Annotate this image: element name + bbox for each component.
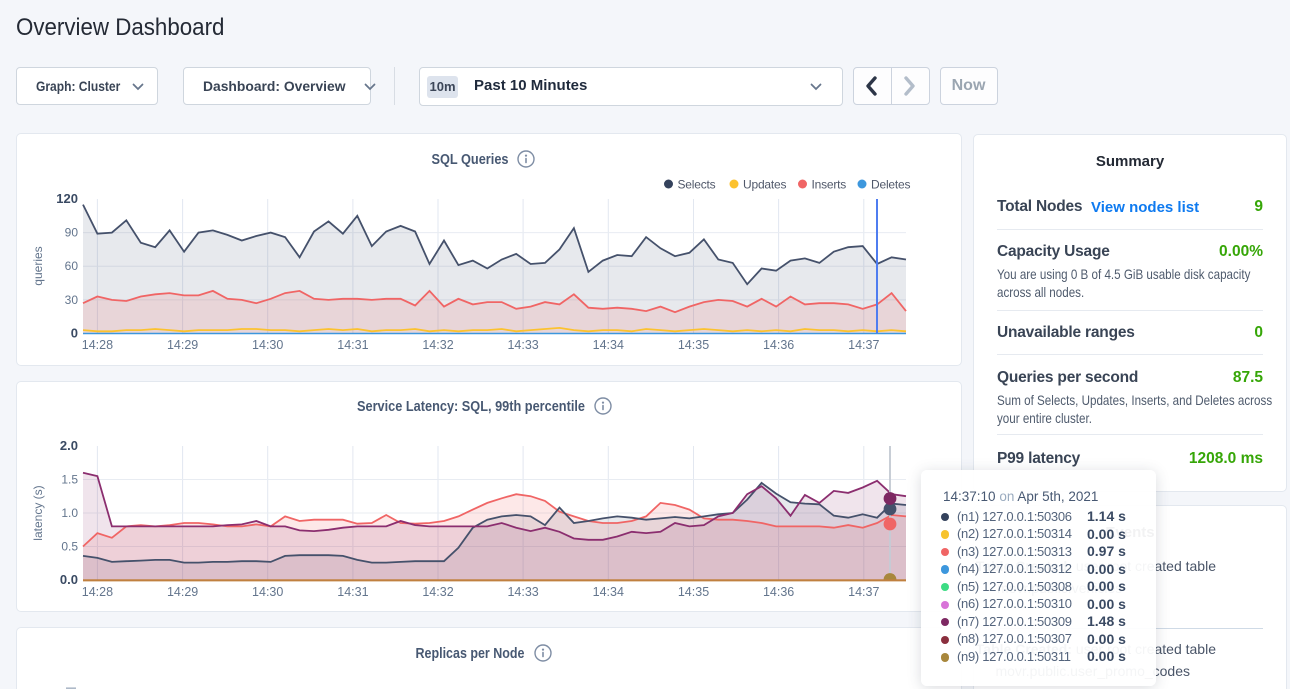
svg-text:14:36: 14:36 — [763, 338, 794, 352]
svg-text:Deletes: Deletes — [871, 178, 910, 192]
svg-text:0.0: 0.0 — [60, 572, 78, 587]
svg-text:14:37: 14:37 — [848, 338, 879, 352]
svg-text:SQL Queries: SQL Queries — [432, 152, 509, 168]
svg-text:14:33: 14:33 — [507, 585, 538, 599]
svg-text:60: 60 — [65, 259, 79, 273]
svg-text:queries: queries — [31, 246, 45, 285]
svg-text:14:29: 14:29 — [167, 338, 198, 352]
svg-text:14:34: 14:34 — [593, 338, 624, 352]
svg-text:14:32: 14:32 — [422, 585, 453, 599]
svg-text:latency (s): latency (s) — [31, 485, 45, 540]
svg-text:1.5: 1.5 — [61, 473, 78, 487]
svg-text:14:31: 14:31 — [337, 338, 368, 352]
svg-text:14:30: 14:30 — [252, 585, 283, 599]
svg-text:1.0: 1.0 — [61, 506, 78, 520]
svg-text:14:33: 14:33 — [507, 338, 538, 352]
svg-text:Updates: Updates — [743, 178, 786, 192]
svg-text:14:30: 14:30 — [252, 338, 283, 352]
svg-text:Selects: Selects — [678, 178, 716, 192]
svg-text:Service Latency: SQL, 99th per: Service Latency: SQL, 99th percentile — [357, 399, 585, 415]
svg-text:14:31: 14:31 — [337, 585, 368, 599]
svg-text:14:34: 14:34 — [593, 585, 624, 599]
svg-text:90: 90 — [65, 226, 79, 240]
svg-text:14:36: 14:36 — [763, 585, 794, 599]
svg-text:30: 30 — [65, 293, 79, 307]
svg-text:14:32: 14:32 — [422, 338, 453, 352]
svg-text:Inserts: Inserts — [812, 178, 847, 192]
svg-text:0.5: 0.5 — [61, 540, 78, 554]
svg-text:14:28: 14:28 — [82, 585, 113, 599]
svg-text:2.0: 2.0 — [60, 438, 78, 453]
svg-text:14:35: 14:35 — [678, 338, 709, 352]
svg-text:120: 120 — [56, 191, 78, 206]
svg-text:14:35: 14:35 — [678, 585, 709, 599]
svg-text:14:37: 14:37 — [848, 585, 879, 599]
svg-text:0: 0 — [71, 326, 78, 341]
svg-text:14:29: 14:29 — [167, 585, 198, 599]
svg-text:14:28: 14:28 — [82, 338, 113, 352]
svg-text:Replicas per Node: Replicas per Node — [416, 646, 525, 662]
